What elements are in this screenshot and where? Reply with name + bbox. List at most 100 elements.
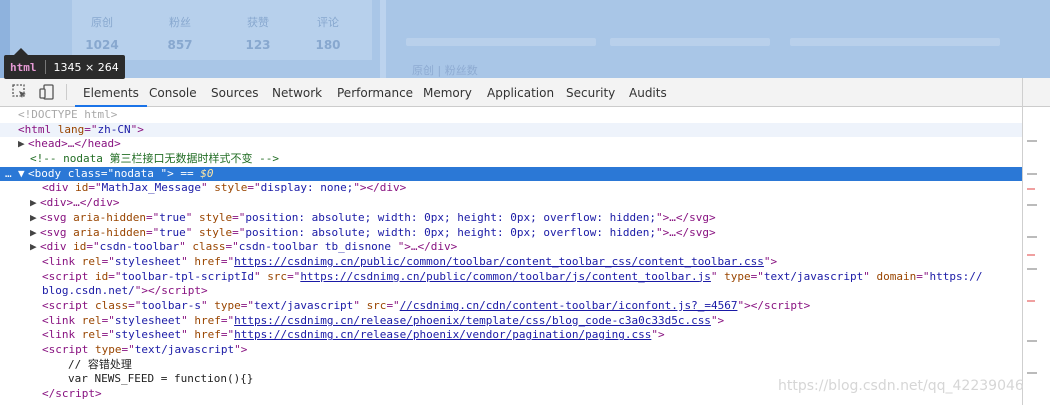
tooltip-size: 1345 × 264: [53, 60, 119, 74]
dom-node-html[interactable]: <html lang="zh-CN">: [0, 122, 1022, 138]
attr-value: stylesheet: [114, 254, 182, 268]
comment-text: <!-- nodata 第三栏接口无数据时样式不变 -->: [30, 152, 279, 166]
devtools-panel: Elements Console Sources Network Perform…: [0, 78, 1050, 405]
attr-value: true: [159, 210, 186, 224]
dom-node-div-toolbar[interactable]: ▶ <div id="csdn-toolbar" class="csdn-tool…: [0, 240, 1022, 255]
pane-text-fragment: [1027, 188, 1035, 190]
attr-value: csdn-toolbar: [99, 240, 180, 254]
dom-node-link[interactable]: <link rel="stylesheet" href="https://csd…: [0, 255, 1022, 270]
dom-tree[interactable]: <!DOCTYPE html> <html lang="zh-CN"> ▶ <he…: [0, 108, 1022, 405]
attr-value: blog.csdn.net/: [42, 284, 135, 298]
attr-value: position: absolute; width: 0px; height: …: [245, 210, 656, 224]
dom-node-link[interactable]: <link rel="stylesheet" href="https://csd…: [0, 328, 1022, 343]
preview-stat-label: 评论: [317, 16, 339, 29]
tab-console[interactable]: Console: [149, 78, 197, 106]
expand-triangle-icon[interactable]: ▶: [30, 211, 40, 226]
attr-value: toolbar-tpl-scriptId: [121, 269, 254, 283]
href-link[interactable]: https://csdnimg.cn/public/common/toolbar…: [234, 255, 764, 268]
expand-triangle-icon[interactable]: ▶: [18, 137, 28, 152]
attr-value: text/javascript: [253, 298, 354, 312]
preview-stat: 获赞 123: [228, 14, 288, 52]
src-link[interactable]: https://csdnimg.cn/public/common/toolbar…: [300, 270, 711, 283]
preview-stat: 评论 180: [298, 14, 358, 52]
tooltip-separator: [44, 60, 46, 74]
preview-blur-line: [406, 38, 596, 46]
pane-text-fragment: [1027, 300, 1035, 302]
dom-node-doctype[interactable]: <!DOCTYPE html>: [0, 108, 1022, 123]
tab-network[interactable]: Network: [272, 78, 322, 106]
attr-value: MathJax_Message: [101, 181, 201, 195]
href-link[interactable]: https://csdnimg.cn/release/phoenix/vendo…: [234, 328, 651, 341]
dom-node-body-selected[interactable]: … ▼ <body class="nodata "> == $0: [0, 166, 1022, 182]
dom-node-script[interactable]: <script class="toolbar-s" type="text/jav…: [0, 299, 1022, 314]
pane-text-fragment: [1027, 204, 1037, 206]
tab-audits[interactable]: Audits: [629, 78, 667, 106]
expand-triangle-icon[interactable]: ▶: [30, 240, 40, 255]
devtools-toolbar: Elements Console Sources Network Perform…: [0, 78, 1022, 107]
collapse-triangle-icon[interactable]: ▼: [18, 167, 28, 182]
attr-value: position: absolute; width: 0px; height: …: [245, 225, 656, 239]
preview-stat-value: 123: [245, 38, 271, 52]
attr-value: text/javascript: [134, 343, 235, 356]
more-actions-icon[interactable]: …: [5, 167, 12, 182]
tab-security[interactable]: Security: [566, 78, 615, 106]
tooltip-tag: html: [10, 60, 37, 74]
dom-node-div-mathjax[interactable]: <div id="MathJax_Message" style="display…: [0, 181, 1022, 196]
href-link[interactable]: https://csdnimg.cn/release/phoenix/templ…: [234, 314, 711, 327]
dom-node-svg[interactable]: ▶ <svg aria-hidden="true" style="position…: [0, 226, 1022, 241]
doctype-text: <!DOCTYPE html>: [18, 108, 118, 121]
dom-node-head[interactable]: ▶ <head>…</head>: [0, 137, 1022, 152]
dom-node-svg[interactable]: ▶ <svg aria-hidden="true" style="position…: [0, 211, 1022, 226]
attr-value: text/javascript: [763, 269, 864, 283]
script-text: // 容错处理: [68, 357, 132, 371]
expand-triangle-icon[interactable]: ▶: [30, 226, 40, 241]
dom-node-comment[interactable]: <!-- nodata 第三栏接口无数据时样式不变 -->: [0, 152, 1022, 167]
src-link[interactable]: //csdnimg.cn/cdn/content-toolbar/iconfon…: [400, 299, 738, 312]
preview-stat-label: 获赞: [247, 16, 269, 29]
toolbar-separator: [66, 84, 67, 100]
preview-stat-value: 1024: [85, 38, 119, 52]
expand-triangle-icon[interactable]: ▶: [30, 196, 40, 211]
body-class-value: nodata: [114, 166, 161, 180]
preview-stat: 粉丝 857: [150, 14, 210, 52]
pane-text-fragment: [1027, 254, 1035, 256]
inspect-element-icon[interactable]: [11, 83, 29, 101]
dom-node-script-text[interactable]: // 容错处理: [0, 358, 1022, 373]
styles-pane-header: [1023, 78, 1050, 107]
tab-sources[interactable]: Sources: [211, 78, 258, 106]
preview-stat-value: 857: [167, 38, 193, 52]
preview-stat-label: 原创: [91, 16, 113, 29]
dollar-zero-label: $0: [200, 166, 214, 180]
preview-stat-label: 粉丝: [169, 16, 191, 29]
preview-stat-value: 180: [315, 38, 341, 52]
pane-text-fragment: [1027, 140, 1037, 142]
preview-blur-line: [610, 38, 770, 46]
preview-stats-box: 原创 1024 粉丝 857 获赞 123 评论 180: [72, 0, 372, 60]
pane-text-fragment: [1027, 340, 1037, 342]
dom-node-link[interactable]: <link rel="stylesheet" href="https://csd…: [0, 314, 1022, 329]
pane-text-fragment: [1027, 173, 1037, 175]
attr-value: https://: [929, 269, 983, 283]
preview-stat: 原创 1024: [72, 14, 132, 52]
tooltip-arrow: [14, 48, 28, 55]
attr-value: true: [159, 225, 186, 239]
pane-text-fragment: [1027, 236, 1037, 238]
preview-divider: [380, 0, 386, 78]
watermark: https://blog.csdn.net/qq_42239046: [778, 378, 1024, 394]
dom-node-script[interactable]: <script id="toolbar-tpl-scriptId" src="h…: [0, 270, 1022, 285]
tab-performance[interactable]: Performance: [337, 78, 413, 106]
device-toolbar-icon[interactable]: [38, 83, 56, 101]
tab-application[interactable]: Application: [487, 78, 554, 106]
dom-node-div[interactable]: ▶ <div>…</div>: [0, 196, 1022, 211]
pane-text-fragment: [1027, 268, 1037, 270]
pane-text-fragment: [1027, 372, 1037, 374]
attr-value: stylesheet: [114, 313, 182, 327]
dom-node-script[interactable]: <script type="text/javascript">: [0, 343, 1022, 358]
page-preview-highlight: 原创 1024 粉丝 857 获赞 123 评论 180 原创 | 粉丝数: [0, 0, 1050, 78]
tab-elements[interactable]: Elements: [75, 78, 147, 107]
tab-memory[interactable]: Memory: [423, 78, 472, 106]
element-tooltip: html 1345 × 264: [4, 55, 125, 79]
dom-node-script-cont[interactable]: blog.csdn.net/"></script>: [0, 284, 1022, 299]
preview-faint-text: 原创 | 粉丝数: [412, 64, 478, 77]
script-text: var NEWS_FEED = function(){}: [68, 372, 254, 386]
